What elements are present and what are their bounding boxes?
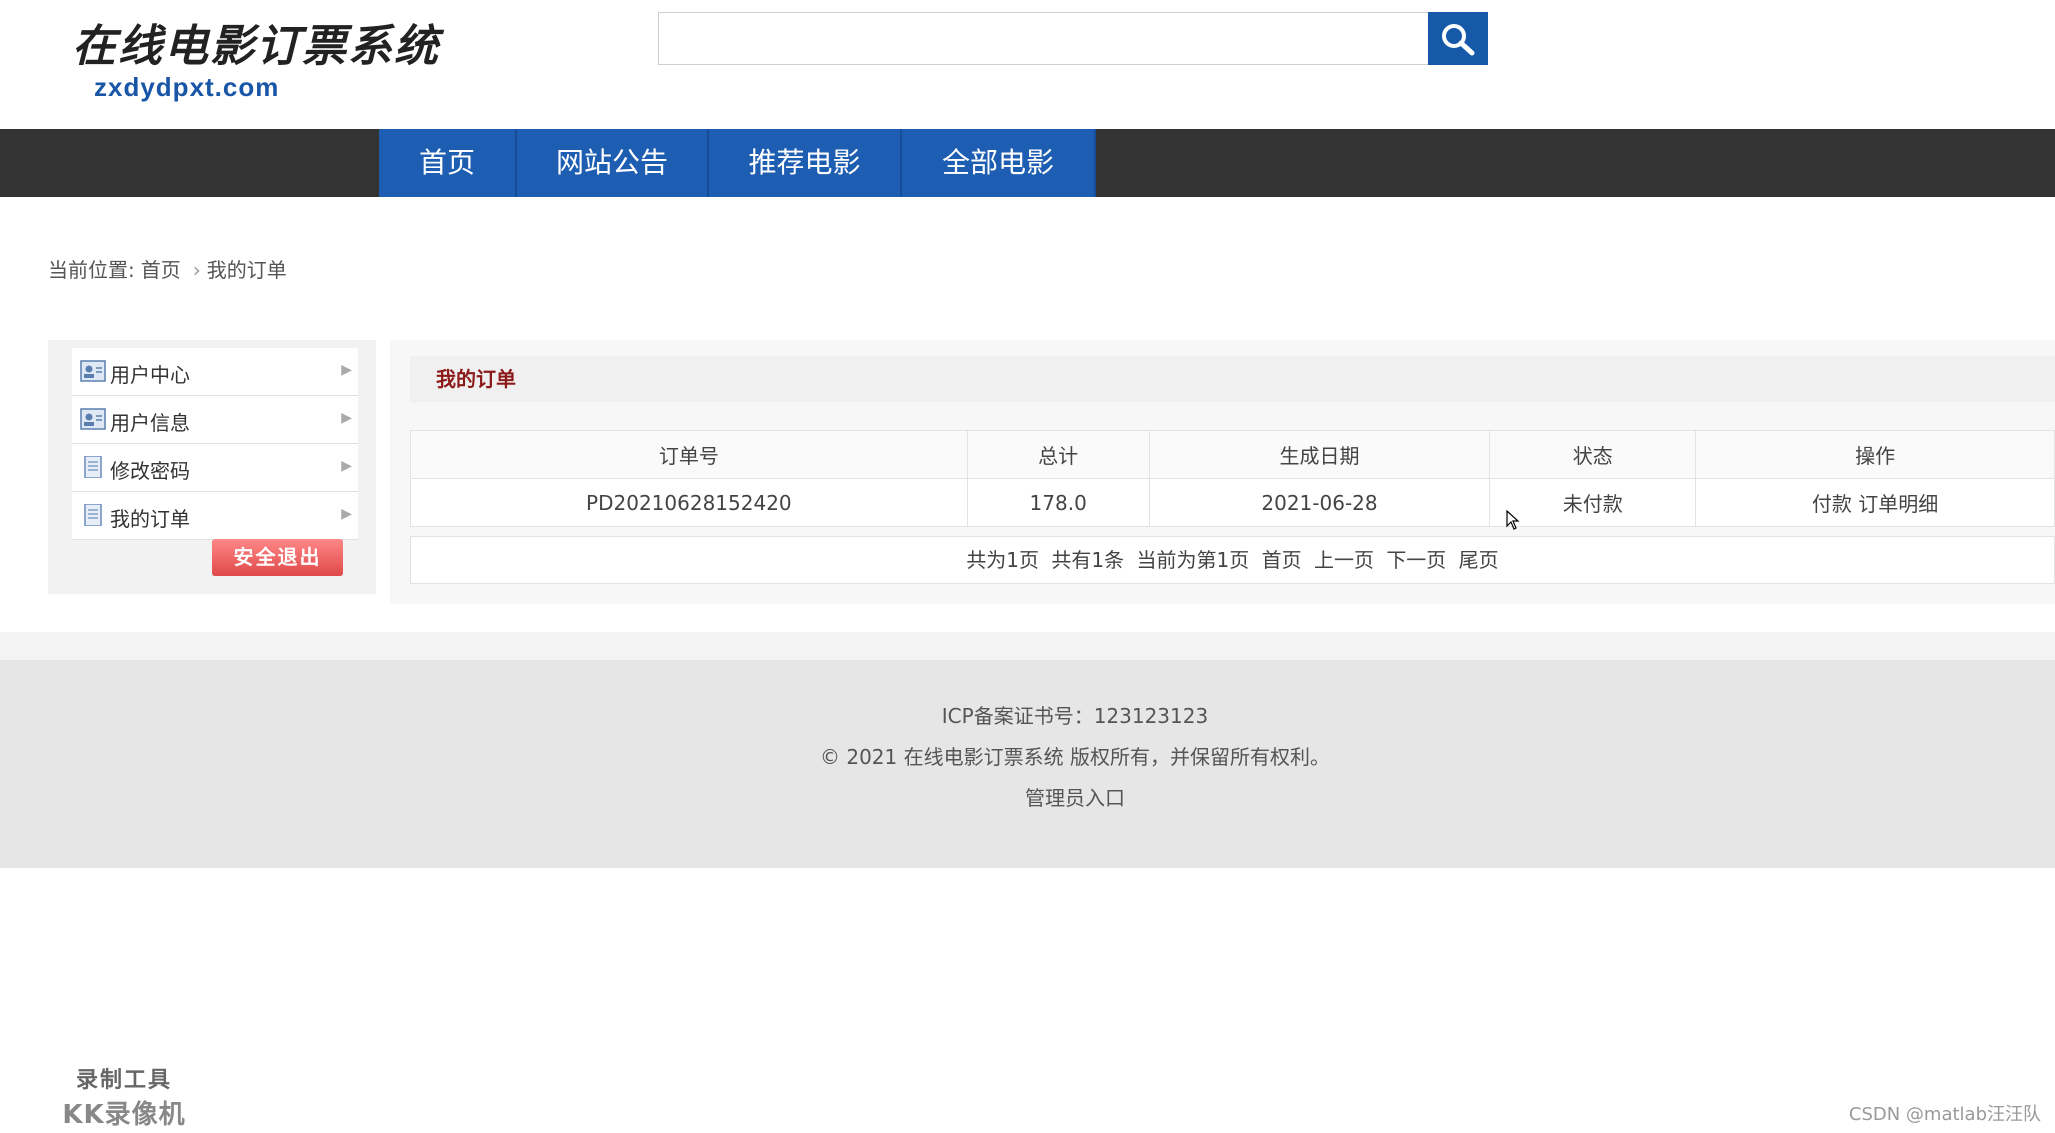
- chevron-right-icon: ▶: [341, 458, 352, 474]
- panel-title-bar: 我的订单: [410, 356, 2055, 402]
- user-card-icon: [80, 360, 106, 382]
- user-card-icon: [80, 408, 106, 430]
- breadcrumb-current: 我的订单: [206, 258, 287, 282]
- cell-date: 2021-06-28: [1148, 478, 1491, 527]
- nav-items: 首页 网站公告 推荐电影 全部电影: [379, 129, 1096, 197]
- panel-title: 我的订单: [436, 367, 516, 391]
- sidebar-item-label: 用户中心: [110, 363, 190, 387]
- sidebar-item-label: 修改密码: [110, 459, 190, 483]
- site-logo[interactable]: 在线电影订票系统 zxdydpxt.com: [72, 20, 440, 102]
- table-header-row: 订单号 总计 生成日期 状态 操作: [410, 430, 2055, 479]
- pager-total-items: 共有1条: [1051, 548, 1125, 572]
- column-header-order-no: 订单号: [410, 430, 968, 479]
- csdn-watermark: CSDN @matlab汪汪队: [1848, 1104, 2041, 1125]
- document-icon: [84, 504, 102, 526]
- sidebar-item-change-password[interactable]: 修改密码 ▶: [72, 444, 358, 492]
- cell-order-no: PD20210628152420: [410, 478, 968, 527]
- chevron-right-icon: ▶: [341, 506, 352, 522]
- pager-last-link[interactable]: 尾页: [1459, 548, 1499, 572]
- nav-item-recommended-movies[interactable]: 推荐电影: [709, 129, 902, 197]
- order-detail-link[interactable]: 订单明细: [1858, 492, 1938, 516]
- pager-current-page: 当前为第1页: [1136, 548, 1250, 572]
- breadcrumb-home[interactable]: 首页: [141, 258, 181, 282]
- sidebar-item-user-info[interactable]: 用户信息 ▶: [72, 396, 358, 444]
- sidebar-item-label: 我的订单: [110, 507, 190, 531]
- breadcrumb-separator-icon: ›: [192, 258, 201, 282]
- footer-divider: [0, 632, 2055, 660]
- column-header-date: 生成日期: [1148, 430, 1491, 479]
- orders-panel: 我的订单 订单号 总计 生成日期 状态 操作 PD20210628152420 …: [390, 340, 2055, 604]
- recorder-watermark: 录制工具 KK录像机: [58, 1062, 190, 1130]
- search-button[interactable]: [1428, 12, 1488, 65]
- cell-status: 未付款: [1489, 478, 1697, 527]
- cell-total: 178.0: [966, 478, 1150, 527]
- breadcrumb: 当前位置: 首页 › 我的订单: [48, 254, 293, 283]
- table-row: PD20210628152420 178.0 2021-06-28 未付款 付款…: [410, 478, 2055, 527]
- nav-item-home[interactable]: 首页: [379, 129, 517, 197]
- column-header-total: 总计: [966, 430, 1150, 479]
- site-header: 在线电影订票系统 zxdydpxt.com: [0, 0, 2055, 129]
- nav-item-announcements[interactable]: 网站公告: [517, 129, 709, 197]
- watermark-line1: 录制工具: [75, 1068, 172, 1093]
- pager-first-link[interactable]: 首页: [1262, 548, 1302, 572]
- column-header-actions: 操作: [1695, 430, 2055, 479]
- footer-copyright: © 2021 在线电影订票系统 版权所有，并保留所有权利。: [820, 745, 1330, 769]
- search-box: [658, 12, 1429, 65]
- orders-table: 订单号 总计 生成日期 状态 操作 PD20210628152420 178.0…: [410, 430, 2055, 527]
- sidebar-item-label: 用户信息: [110, 411, 190, 435]
- mouse-cursor-icon: [1506, 510, 1520, 530]
- pager-prev-link[interactable]: 上一页: [1314, 548, 1374, 572]
- search-icon: [1442, 24, 1475, 56]
- column-header-status: 状态: [1489, 430, 1697, 479]
- logout-button[interactable]: 安全退出: [212, 539, 343, 576]
- sidebar-item-user-center[interactable]: 用户中心 ▶: [72, 348, 358, 396]
- footer-icp: ICP备案证书号：123123123: [941, 704, 1209, 728]
- watermark-line2: KK录像机: [62, 1100, 186, 1130]
- search-input[interactable]: [659, 13, 1428, 64]
- pay-link[interactable]: 付款: [1812, 492, 1852, 516]
- pagination: 共为1页 共有1条 当前为第1页 首页 上一页 下一页 尾页: [410, 536, 2055, 584]
- document-icon: [84, 456, 102, 478]
- pager-next-link[interactable]: 下一页: [1386, 548, 1446, 572]
- pager-total-pages: 共为1页: [966, 548, 1040, 572]
- chevron-right-icon: ▶: [341, 410, 352, 426]
- user-sidebar: 用户中心 ▶ 用户信息 ▶ 修改密码 ▶ 我的订单 ▶ 安全退出: [48, 340, 376, 594]
- sidebar-item-my-orders[interactable]: 我的订单 ▶: [72, 492, 358, 540]
- site-footer: ICP备案证书号：123123123 © 2021 在线电影订票系统 版权所有，…: [0, 660, 2055, 868]
- footer-admin-link[interactable]: 管理员入口: [0, 782, 2055, 811]
- main-nav: 首页 网站公告 推荐电影 全部电影: [0, 129, 2055, 197]
- logo-chinese-text: 在线电影订票系统: [72, 21, 440, 72]
- chevron-right-icon: ▶: [341, 362, 352, 378]
- nav-item-all-movies[interactable]: 全部电影: [902, 129, 1096, 197]
- breadcrumb-prefix: 当前位置:: [48, 258, 135, 282]
- cell-actions: 付款 订单明细: [1695, 478, 2055, 527]
- logo-domain-text: zxdydpxt.com: [94, 72, 280, 102]
